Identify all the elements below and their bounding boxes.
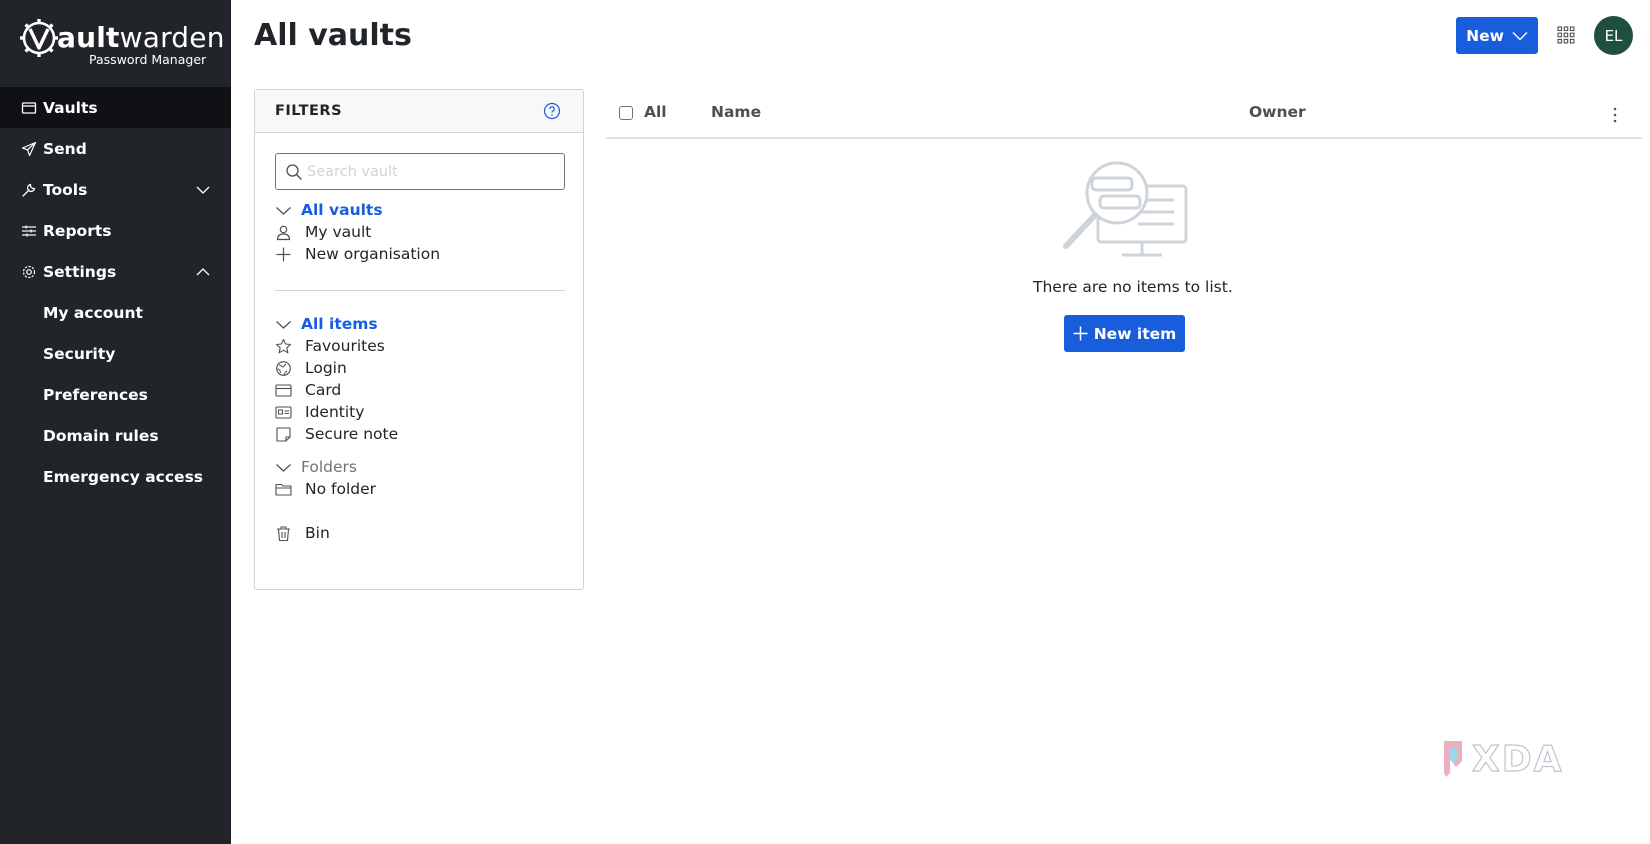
brand-subtitle: Password Manager [89,52,207,67]
sidebar-item-my-account[interactable]: My account [0,292,231,333]
id-card-icon [275,405,292,419]
filter-all-vaults[interactable]: All vaults [275,199,383,221]
filter-group-label: All items [301,315,378,333]
filter-my-vault[interactable]: My vault [275,221,371,243]
sidebar-item-preferences[interactable]: Preferences [0,374,231,415]
new-item-label: New item [1093,324,1177,343]
column-name[interactable]: Name [711,103,761,121]
select-all-checkbox[interactable] [619,106,633,120]
page-title: All vaults [254,18,412,53]
chevron-down-icon [276,463,291,472]
plus-icon [1073,326,1088,341]
filter-no-folder[interactable]: No folder [275,478,376,500]
filter-label: Bin [305,524,330,542]
credit-card-icon [275,383,292,397]
watermark-text: XDA [1472,739,1564,780]
sidebar-item-label: Vaults [43,98,98,117]
sidebar-item-vaults[interactable]: Vaults [0,87,231,128]
brand-logo[interactable]: aultwarden Password Manager [0,0,231,87]
sidebar-item-send[interactable]: Send [0,128,231,169]
column-owner[interactable]: Owner [1249,103,1306,121]
filters-header: FILTERS [255,90,583,133]
sliders-icon [22,225,36,236]
sidebar-item-label: Send [43,139,87,158]
filter-label: My vault [305,223,372,241]
filter-all-items[interactable]: All items [275,313,378,335]
sidebar-item-reports[interactable]: Reports [0,210,231,251]
sidebar-item-label: Settings [43,262,117,281]
filters-divider [275,290,565,291]
search-input[interactable] [307,163,557,180]
search-icon [286,164,302,180]
globe-icon [276,360,291,376]
filter-label: Secure note [305,425,399,443]
filter-label: No folder [305,480,376,498]
filter-group-label: All vaults [301,201,383,219]
sidebar-item-label: Tools [43,180,88,199]
new-item-button[interactable]: New item [1064,315,1185,352]
user-icon [276,225,291,240]
filter-favourites[interactable]: Favourites [275,335,385,357]
filter-label: Favourites [305,337,385,355]
sidebar-item-tools[interactable]: Tools [0,169,231,210]
sidebar-item-domain-rules[interactable]: Domain rules [0,415,231,456]
vault-table-header: All Name Owner [606,92,1642,139]
filters-panel: FILTERS All vaults My vault New organisa… [254,89,584,590]
filter-group-label: Folders [301,458,357,476]
note-icon [276,426,291,442]
filter-identity[interactable]: Identity [275,401,364,423]
chevron-down-icon [196,186,210,194]
folder-icon [275,483,292,496]
new-button[interactable]: New [1456,17,1538,54]
vault-icon [21,101,37,114]
filter-bin[interactable]: Bin [275,522,330,544]
gear-icon [22,265,36,278]
column-all[interactable]: All [644,103,667,121]
chevron-down-icon [276,320,291,329]
filter-login[interactable]: Login [275,357,347,379]
chevron-down-icon [1512,31,1528,40]
plus-icon [276,247,291,261]
sidebar: aultwarden Password Manager Vaults Send … [0,0,231,844]
filter-label: New organisation [305,245,441,263]
sidebar-item-emergency-access[interactable]: Emergency access [0,456,231,497]
filter-card[interactable]: Card [275,379,341,401]
filter-label: Card [305,381,342,399]
star-icon [275,338,292,353]
filter-secure-note[interactable]: Secure note [275,423,398,445]
send-icon [21,141,37,156]
xda-watermark-logo: XDA [1444,738,1564,781]
wrench-icon [22,183,36,197]
search-field[interactable] [275,153,565,190]
avatar[interactable]: EL [1594,16,1633,55]
sidebar-item-settings[interactable]: Settings [0,251,231,292]
vaultwarden-gear-icon [20,19,58,57]
empty-state-message: There are no items to list. [1033,278,1233,296]
more-options-icon[interactable] [1612,106,1618,124]
filter-label: Identity [305,403,365,421]
help-icon[interactable] [543,102,561,120]
sidebar-item-label: Reports [43,221,112,240]
filter-label: Login [305,359,347,377]
chevron-up-icon [196,268,210,276]
trash-icon [277,525,290,541]
new-button-label: New [1466,26,1504,45]
filter-new-organisation[interactable]: New organisation [275,243,440,265]
filter-folders[interactable]: Folders [275,456,357,478]
product-switcher-grid-icon[interactable] [1557,26,1575,44]
no-items-illustration-icon [1063,161,1188,257]
filters-title: FILTERS [275,103,343,119]
app-root: aultwarden Password Manager Vaults Send … [0,0,1650,844]
sidebar-item-security[interactable]: Security [0,333,231,374]
chevron-down-icon [276,206,291,215]
